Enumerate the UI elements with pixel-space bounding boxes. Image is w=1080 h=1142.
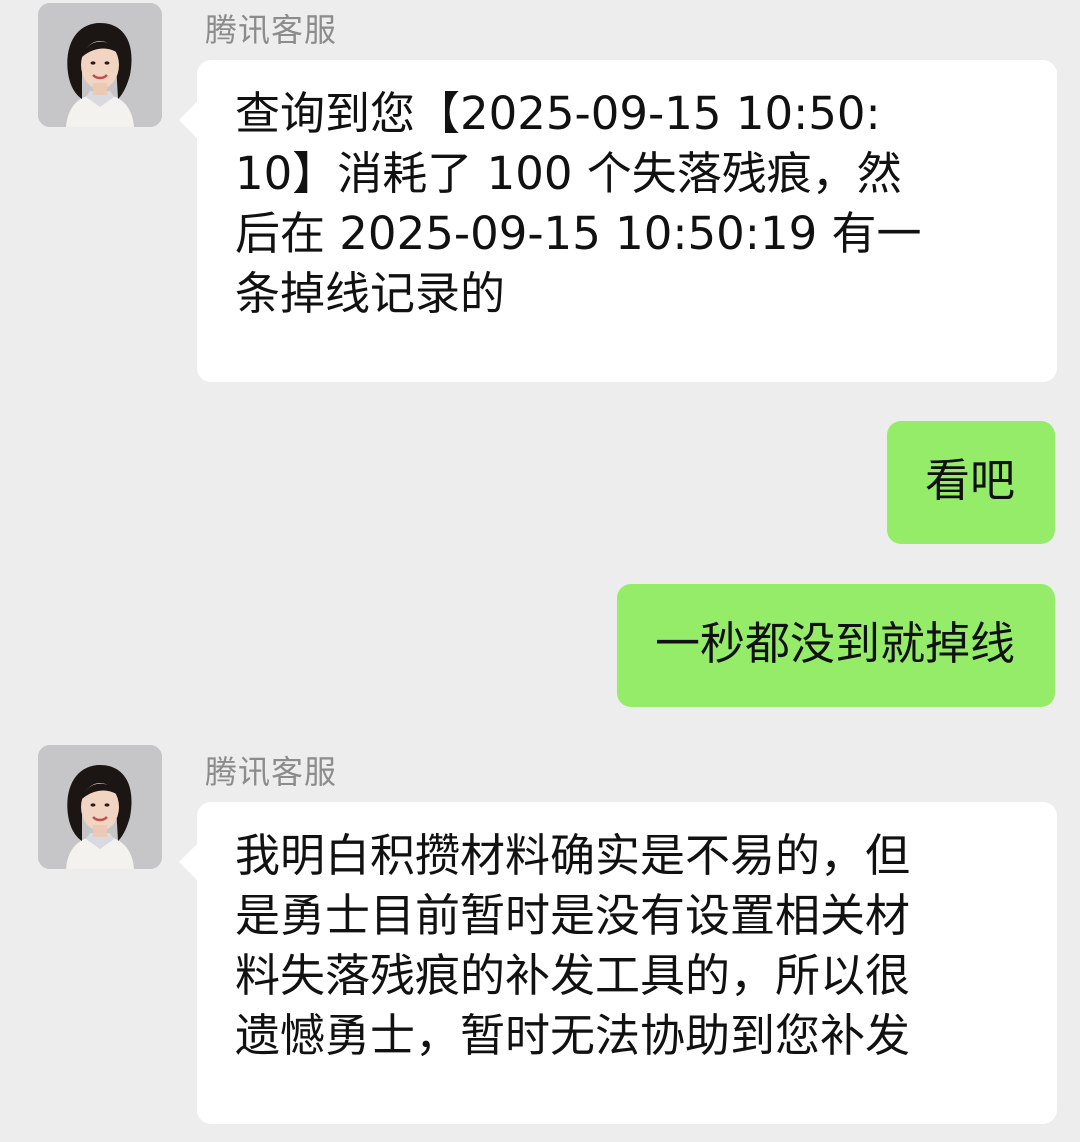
sender-name: 腾讯客服 xyxy=(205,753,338,791)
agent-avatar-photo-icon xyxy=(38,745,162,869)
message-bubble[interactable]: 看吧 xyxy=(886,421,1055,544)
agent-avatar-photo-icon xyxy=(38,3,162,127)
message-bubble[interactable]: 查询到您【2025-09-15 10:50: 10】消耗了 100 个失落残痕，… xyxy=(179,60,1057,382)
agent-avatar[interactable] xyxy=(38,3,162,127)
message-bubble[interactable]: 一秒都没到就掉线 xyxy=(616,584,1055,707)
sender-name: 腾讯客服 xyxy=(205,11,338,49)
agent-avatar[interactable] xyxy=(38,745,162,869)
message-bubble[interactable]: 我明白积攒材料确实是不易的，但 是勇士目前暂时是没有设置相关材 料失落残痕的补发… xyxy=(179,802,1057,1124)
